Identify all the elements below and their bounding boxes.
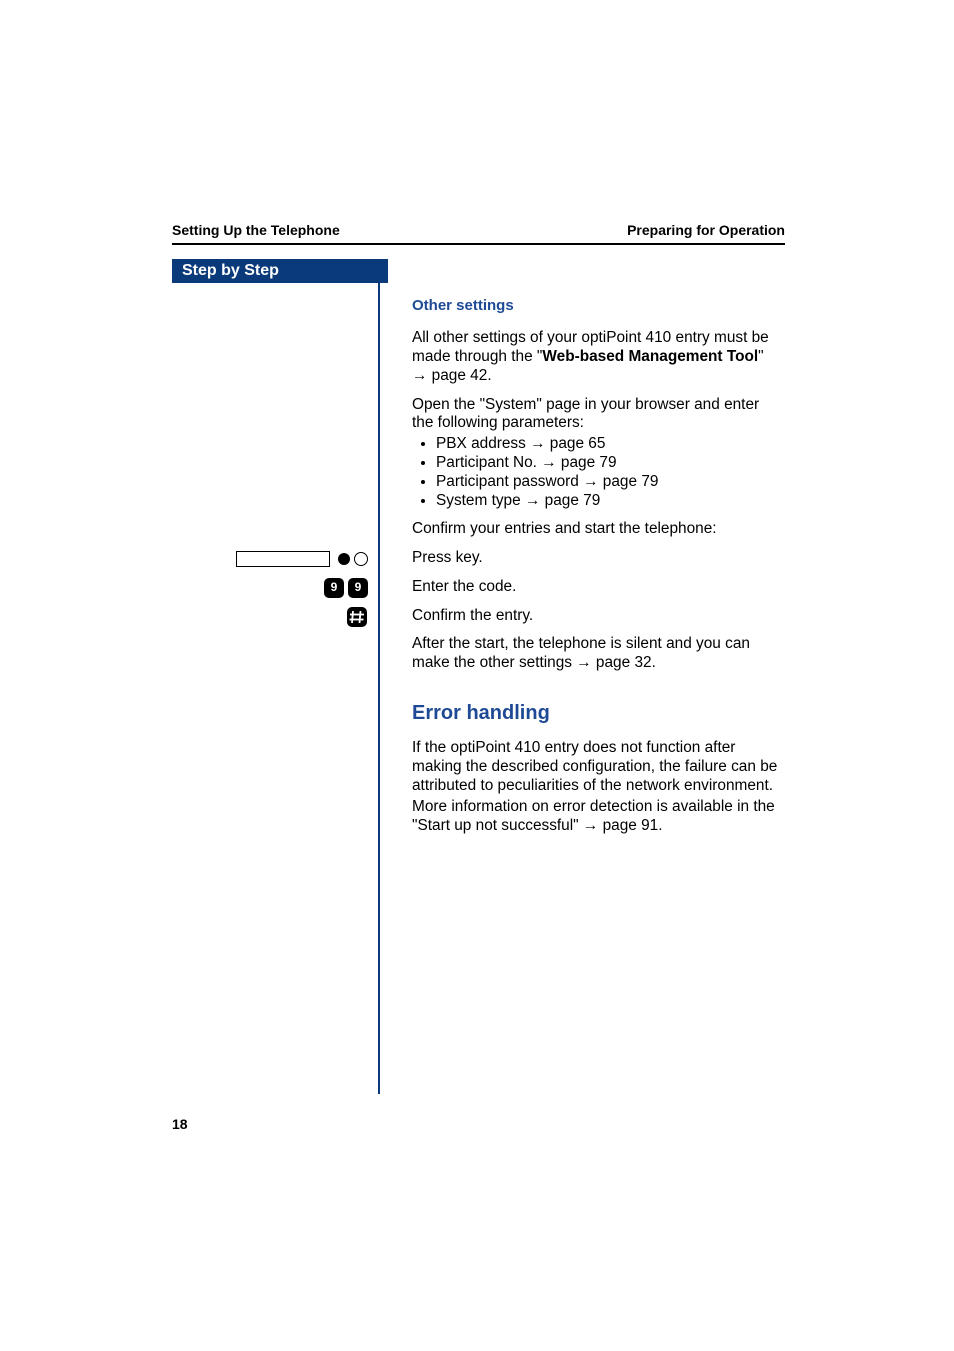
list-item: System type → page 79: [436, 492, 781, 511]
list-item: PBX address → page 65: [436, 435, 781, 454]
step-by-step-label: Step by Step: [182, 261, 279, 281]
paragraph-error-1: If the optiPoint 410 entry does not func…: [412, 739, 781, 795]
text-fragment: ": [758, 348, 763, 365]
icon-row-hash-key: [0, 606, 378, 628]
header-right: Preparing for Operation: [627, 222, 785, 239]
led-on-icon: [338, 553, 350, 565]
step-by-step-bar: Step by Step: [172, 259, 388, 283]
list-item: Participant password → page 79: [436, 473, 781, 492]
step-press-key: Press key.: [412, 549, 781, 568]
icon-row-display-key: [0, 551, 378, 567]
text-fragment: PBX address: [436, 435, 530, 452]
heading-other-settings: Other settings: [412, 297, 781, 315]
paragraph-after-start: After the start, the telephone is silent…: [412, 635, 781, 673]
icon-row-keypad-99: 9 9: [0, 578, 378, 598]
page-ref-link[interactable]: → page 65: [530, 435, 605, 452]
sidebar-divider: [378, 283, 380, 1094]
step-enter-code: Enter the code.: [412, 578, 781, 597]
paragraph-confirm: Confirm your entries and start the telep…: [412, 520, 781, 539]
keypad-key-icon: 9: [324, 578, 344, 598]
heading-error-handling: Error handling: [412, 701, 781, 725]
text-fragment: Participant password: [436, 473, 583, 490]
keypad-key-icon: 9: [348, 578, 368, 598]
header-left: Setting Up the Telephone: [172, 222, 340, 239]
led-off-icon: [354, 552, 368, 566]
page-ref-link[interactable]: → page 91: [583, 817, 658, 834]
page-ref-link[interactable]: → page 79: [583, 473, 658, 490]
text-fragment: .: [652, 654, 656, 671]
step-confirm-entry: Confirm the entry.: [412, 607, 781, 626]
page-ref-link[interactable]: → page 79: [541, 454, 616, 471]
parameter-list: PBX address → page 65Participant No. → p…: [412, 435, 781, 510]
page-number: 18: [172, 1116, 188, 1133]
paragraph-intro: All other settings of your optiPoint 410…: [412, 329, 781, 385]
text-fragment: .: [487, 367, 491, 384]
list-item: Participant No. → page 79: [436, 454, 781, 473]
paragraph-open-system: Open the "System" page in your browser a…: [412, 396, 781, 434]
page-ref-link[interactable]: → page 32: [576, 654, 651, 671]
hash-key-icon: [346, 606, 368, 628]
text-fragment: Participant No.: [436, 454, 541, 471]
text-fragment: .: [658, 817, 662, 834]
display-box-icon: [236, 551, 330, 567]
paragraph-error-2: More information on error detection is a…: [412, 798, 781, 836]
text-bold: Web-based Management Tool: [542, 348, 758, 365]
text-fragment: System type: [436, 492, 525, 509]
page-ref-link[interactable]: → page 42: [412, 367, 487, 384]
page-ref-link[interactable]: → page 79: [525, 492, 600, 509]
header-rule: [172, 243, 785, 245]
